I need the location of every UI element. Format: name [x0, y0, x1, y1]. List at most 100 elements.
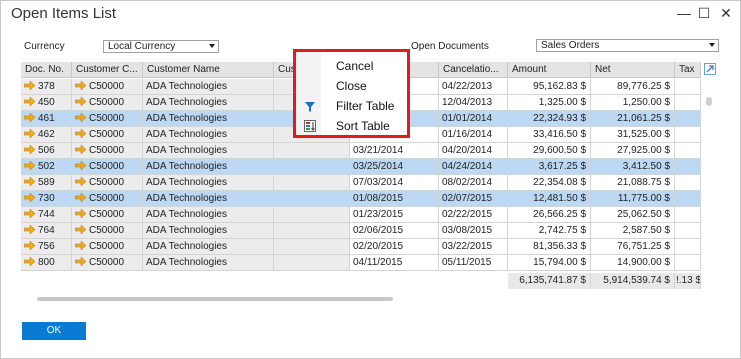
cell-cancelation-value: 04/22/2013 — [442, 81, 493, 92]
horizontal-scrollbar[interactable] — [37, 297, 393, 301]
link-arrow-icon[interactable] — [75, 81, 86, 90]
cell-customer-name: ADA Technologies — [143, 95, 274, 111]
cell-amount: 1,325.00 $ — [508, 95, 591, 111]
table-row[interactable]: 730 C50000 ADA Technologies 01/08/2015 02/07… — [21, 191, 701, 207]
cell-customer-name: ADA Technologies — [143, 175, 274, 191]
link-arrow-icon[interactable] — [24, 113, 35, 122]
cell-cancelation-value: 05/11/2015 — [442, 257, 492, 268]
cell-net-value: 1,250.00 $ — [622, 97, 670, 108]
column-header-customer-code[interactable]: Customer C... — [72, 62, 143, 78]
link-arrow-icon[interactable] — [75, 209, 86, 218]
cell-customer — [274, 143, 350, 159]
cell-net: 3,412.50 $ — [591, 159, 675, 175]
link-arrow-icon[interactable] — [24, 97, 35, 106]
link-arrow-icon[interactable] — [75, 113, 86, 122]
cell-net-value: 31,525.00 $ — [617, 129, 670, 140]
cell-net: 25,062.50 $ — [591, 207, 675, 223]
link-arrow-icon[interactable] — [75, 193, 86, 202]
link-arrow-icon[interactable] — [24, 257, 35, 266]
cell-customer-code: C50000 — [72, 127, 143, 143]
cell-tax — [675, 255, 701, 271]
link-arrow-icon[interactable] — [24, 129, 35, 138]
link-arrow-icon[interactable] — [24, 177, 35, 186]
link-arrow-icon[interactable] — [24, 241, 35, 250]
cell-customer — [274, 175, 350, 191]
link-arrow-icon[interactable] — [24, 145, 35, 154]
menu-item-sort-table[interactable]: Sort Table — [336, 119, 390, 133]
cell-doc-no: 462 — [21, 127, 72, 143]
table-row[interactable]: 502 C50000 ADA Technologies 03/25/2014 04/24… — [21, 159, 701, 175]
cell-customer-code-value: C50000 — [89, 129, 125, 140]
vertical-scrollbar[interactable] — [706, 97, 712, 106]
window-title: Open Items List — [11, 5, 117, 22]
link-arrow-icon[interactable] — [75, 145, 86, 154]
cell-customer-code-value: C50000 — [89, 97, 125, 108]
cell-customer — [274, 207, 350, 223]
link-arrow-icon[interactable] — [75, 97, 86, 106]
cell-customer-code: C50000 — [72, 143, 143, 159]
cell-cancelation: 01/01/2014 — [439, 111, 508, 127]
link-arrow-icon[interactable] — [24, 161, 35, 170]
table-row[interactable]: 800 C50000 ADA Technologies 04/11/2015 05/11… — [21, 255, 701, 271]
cell-amount: 3,617.25 $ — [508, 159, 591, 175]
link-arrow-icon[interactable] — [75, 225, 86, 234]
cell-customer-code: C50000 — [72, 111, 143, 127]
cell-doc-no-value: 378 — [38, 81, 55, 92]
menu-item-cancel[interactable]: Cancel — [336, 59, 373, 73]
table-row[interactable]: 764 C50000 ADA Technologies 02/06/2015 03/08… — [21, 223, 701, 239]
cell-doc-no-value: 589 — [38, 177, 55, 188]
cell-customer — [274, 223, 350, 239]
currency-select[interactable]: Local Currency — [103, 40, 219, 53]
menu-item-filter-table[interactable]: Filter Table — [336, 99, 394, 113]
cell-customer — [274, 191, 350, 207]
link-arrow-icon[interactable] — [24, 209, 35, 218]
link-arrow-icon[interactable] — [75, 257, 86, 266]
cell-doc-no-value: 764 — [38, 225, 55, 236]
link-arrow-icon[interactable] — [24, 225, 35, 234]
cell-customer-code: C50000 — [72, 79, 143, 95]
cell-customer-name-value: ADA Technologies — [146, 97, 227, 108]
cell-customer-name: ADA Technologies — [143, 223, 274, 239]
link-arrow-icon[interactable] — [75, 241, 86, 250]
filter-icon — [305, 102, 315, 112]
expand-icon[interactable] — [704, 63, 716, 75]
open-documents-select[interactable]: Sales Orders — [536, 39, 719, 52]
cell-cancelation-value: 08/02/2014 — [442, 177, 493, 188]
table-row[interactable]: 589 C50000 ADA Technologies 07/03/2014 08/02… — [21, 175, 701, 191]
close-button[interactable]: ✕ — [717, 3, 735, 23]
cell-amount: 29,600.50 $ — [508, 143, 591, 159]
menu-item-close[interactable]: Close — [336, 79, 367, 93]
link-arrow-icon[interactable] — [24, 193, 35, 202]
cell-net: 89,776.25 $ — [591, 79, 675, 95]
link-arrow-icon[interactable] — [75, 161, 86, 170]
column-header-amount[interactable]: Amount — [508, 62, 591, 78]
maximize-button[interactable]: ☐ — [695, 3, 713, 23]
cell-customer-name: ADA Technologies — [143, 143, 274, 159]
table-row[interactable]: 744 C50000 ADA Technologies 01/23/2015 02/22… — [21, 207, 701, 223]
column-header-customer-name[interactable]: Customer Name — [143, 62, 274, 78]
cell-customer-name: ADA Technologies — [143, 79, 274, 95]
table-row[interactable]: 506 C50000 ADA Technologies 03/21/2014 04/20… — [21, 143, 701, 159]
cell-doc-no-value: 756 — [38, 241, 55, 252]
column-header-cancelation[interactable]: Cancelatio... — [439, 62, 508, 78]
cell-cancelation: 12/04/2013 — [439, 95, 508, 111]
link-arrow-icon[interactable] — [75, 129, 86, 138]
ok-button[interactable]: OK — [22, 322, 86, 340]
cell-customer-code: C50000 — [72, 95, 143, 111]
cell-customer-code-value: C50000 — [89, 81, 125, 92]
minimize-button[interactable]: — — [675, 3, 693, 23]
column-header-doc-no[interactable]: Doc. No. — [21, 62, 72, 78]
cell-cancelation: 02/07/2015 — [439, 191, 508, 207]
cell-customer-code-value: C50000 — [89, 241, 125, 252]
column-header-net[interactable]: Net — [591, 62, 675, 78]
column-header-tax[interactable]: Tax — [675, 62, 701, 78]
cell-amount: 33,416.50 $ — [508, 127, 591, 143]
table-row[interactable]: 756 C50000 ADA Technologies 02/20/2015 03/22… — [21, 239, 701, 255]
cell-net: 27,925.00 $ — [591, 143, 675, 159]
cell-amount-value: 2,742.75 $ — [538, 225, 586, 236]
link-arrow-icon[interactable] — [24, 81, 35, 90]
cell-amount-value: 22,324.93 $ — [533, 113, 586, 124]
link-arrow-icon[interactable] — [75, 177, 86, 186]
cell-doc-no-value: 730 — [38, 193, 55, 204]
cell-customer-name-value: ADA Technologies — [146, 209, 227, 220]
